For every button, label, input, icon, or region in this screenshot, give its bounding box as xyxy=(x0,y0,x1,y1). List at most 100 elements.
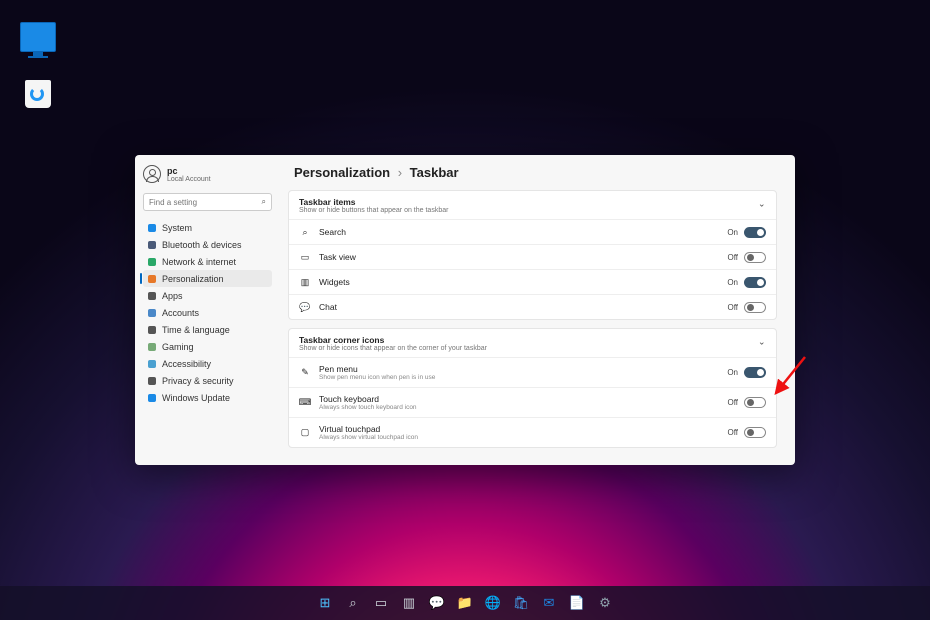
breadcrumb: Personalization › Taskbar xyxy=(294,165,777,180)
toggle-state-label: On xyxy=(727,228,738,237)
widgets-icon: ▥ xyxy=(299,276,311,288)
group-taskbar-corner-icons: Taskbar corner icons Show or hide icons … xyxy=(288,328,777,448)
setting-row-pen-menu: ✎ Pen menu Show pen menu icon when pen i… xyxy=(289,357,776,387)
edge-icon[interactable]: 🌐 xyxy=(482,592,504,614)
desktop-icon-recycle-bin[interactable] xyxy=(18,80,58,108)
nav-icon xyxy=(148,326,156,334)
group-header[interactable]: Taskbar corner icons Show or hide icons … xyxy=(289,329,776,357)
search-icon: ⌕ xyxy=(299,226,311,238)
sidebar-item-privacy-security[interactable]: Privacy & security xyxy=(143,372,272,389)
sidebar-item-windows-update[interactable]: Windows Update xyxy=(143,389,272,406)
row-label: Pen menu xyxy=(319,364,727,374)
sidebar-item-label: Apps xyxy=(162,291,183,301)
sidebar-item-label: Network & internet xyxy=(162,257,236,267)
search-input-wrap[interactable]: ⌕ xyxy=(143,193,272,211)
sidebar-item-time-language[interactable]: Time & language xyxy=(143,321,272,338)
sidebar-item-label: Gaming xyxy=(162,342,194,352)
breadcrumb-parent[interactable]: Personalization xyxy=(294,165,390,180)
sidebar-item-network-internet[interactable]: Network & internet xyxy=(143,253,272,270)
row-label-wrap: Widgets xyxy=(319,277,727,287)
nav-icon xyxy=(148,258,156,266)
sidebar-item-label: Accessibility xyxy=(162,359,211,369)
sidebar-item-bluetooth-devices[interactable]: Bluetooth & devices xyxy=(143,236,272,253)
start-icon[interactable]: ⊞ xyxy=(314,592,336,614)
nav-list: System Bluetooth & devices Network & int… xyxy=(143,219,272,406)
chevron-right-icon: › xyxy=(398,165,402,180)
group-subtitle: Show or hide icons that appear on the co… xyxy=(299,345,487,352)
toggle-state-label: Off xyxy=(727,428,738,437)
row-label: Virtual touchpad xyxy=(319,424,727,434)
pen-icon: ✎ xyxy=(299,367,311,379)
widgets-icon[interactable]: ▥ xyxy=(398,592,420,614)
sidebar-item-label: Privacy & security xyxy=(162,376,234,386)
breadcrumb-current: Taskbar xyxy=(410,165,459,180)
row-label-wrap: Task view xyxy=(319,252,727,262)
setting-row-touch-keyboard: ⌨ Touch keyboard Always show touch keybo… xyxy=(289,387,776,417)
nav-icon xyxy=(148,360,156,368)
search-input[interactable] xyxy=(149,198,262,207)
row-label: Chat xyxy=(319,302,727,312)
sidebar: pc Local Account ⌕ System Bluetooth & de… xyxy=(135,155,280,465)
nav-icon xyxy=(148,292,156,300)
sidebar-item-label: Personalization xyxy=(162,274,224,284)
chat-icon: 💬 xyxy=(299,301,311,313)
toggle-state-label: Off xyxy=(727,253,738,262)
search-icon[interactable]: ⌕ xyxy=(342,592,364,614)
row-label-wrap: Pen menu Show pen menu icon when pen is … xyxy=(319,364,727,381)
setting-row-search: ⌕ Search On xyxy=(289,219,776,244)
sidebar-item-label: Bluetooth & devices xyxy=(162,240,242,250)
toggle-switch[interactable] xyxy=(744,227,766,238)
sidebar-item-label: Windows Update xyxy=(162,393,230,403)
nav-icon xyxy=(148,241,156,249)
toggle-switch[interactable] xyxy=(744,277,766,288)
row-sublabel: Show pen menu icon when pen is in use xyxy=(319,374,727,381)
user-block[interactable]: pc Local Account xyxy=(143,165,272,183)
toggle-state-label: Off xyxy=(727,398,738,407)
nav-icon xyxy=(148,275,156,283)
chevron-up-icon: ⌃ xyxy=(758,197,766,208)
row-sublabel: Always show virtual touchpad icon xyxy=(319,434,727,441)
nav-icon xyxy=(148,343,156,351)
chat-icon[interactable]: 💬 xyxy=(426,592,448,614)
nav-icon xyxy=(148,394,156,402)
nav-icon xyxy=(148,224,156,232)
sidebar-item-accounts[interactable]: Accounts xyxy=(143,304,272,321)
toggle-state-label: On xyxy=(727,278,738,287)
sidebar-item-system[interactable]: System xyxy=(143,219,272,236)
nav-icon xyxy=(148,377,156,385)
toggle-switch[interactable] xyxy=(744,302,766,313)
sidebar-item-apps[interactable]: Apps xyxy=(143,287,272,304)
sidebar-item-accessibility[interactable]: Accessibility xyxy=(143,355,272,372)
taskbar: ⊞ ⌕ ▭ ▥ 💬 📁 🌐 🛍 ✉ 📄 ⚙ xyxy=(0,586,930,620)
store-icon[interactable]: 🛍 xyxy=(510,592,532,614)
sidebar-item-label: System xyxy=(162,223,192,233)
main-pane: Personalization › Taskbar Taskbar items … xyxy=(280,155,795,465)
toggle-switch[interactable] xyxy=(744,427,766,438)
sidebar-item-personalization[interactable]: Personalization xyxy=(143,270,272,287)
toggle-switch[interactable] xyxy=(744,252,766,263)
keyboard-icon: ⌨ xyxy=(299,397,311,409)
toggle-switch[interactable] xyxy=(744,397,766,408)
explorer-icon[interactable]: 📁 xyxy=(454,592,476,614)
row-label: Task view xyxy=(319,252,727,262)
chevron-up-icon: ⌃ xyxy=(758,335,766,346)
mail-icon[interactable]: ✉ xyxy=(538,592,560,614)
user-avatar-icon xyxy=(143,165,161,183)
settings-icon[interactable]: ⚙ xyxy=(594,592,616,614)
group-subtitle: Show or hide buttons that appear on the … xyxy=(299,207,448,214)
touchpad-icon: ▢ xyxy=(299,427,311,439)
row-label-wrap: Search xyxy=(319,227,727,237)
desktop-icon-this-pc[interactable] xyxy=(18,22,58,58)
taskview-icon: ▭ xyxy=(299,251,311,263)
group-title: Taskbar corner icons xyxy=(299,335,487,345)
word-icon[interactable]: 📄 xyxy=(566,592,588,614)
group-header[interactable]: Taskbar items Show or hide buttons that … xyxy=(289,191,776,219)
toggle-state-label: On xyxy=(727,368,738,377)
toggle-switch[interactable] xyxy=(744,367,766,378)
group-taskbar-items: Taskbar items Show or hide buttons that … xyxy=(288,190,777,320)
toggle-state-label: Off xyxy=(727,303,738,312)
row-label: Touch keyboard xyxy=(319,394,727,404)
row-label: Widgets xyxy=(319,277,727,287)
sidebar-item-gaming[interactable]: Gaming xyxy=(143,338,272,355)
taskview-icon[interactable]: ▭ xyxy=(370,592,392,614)
